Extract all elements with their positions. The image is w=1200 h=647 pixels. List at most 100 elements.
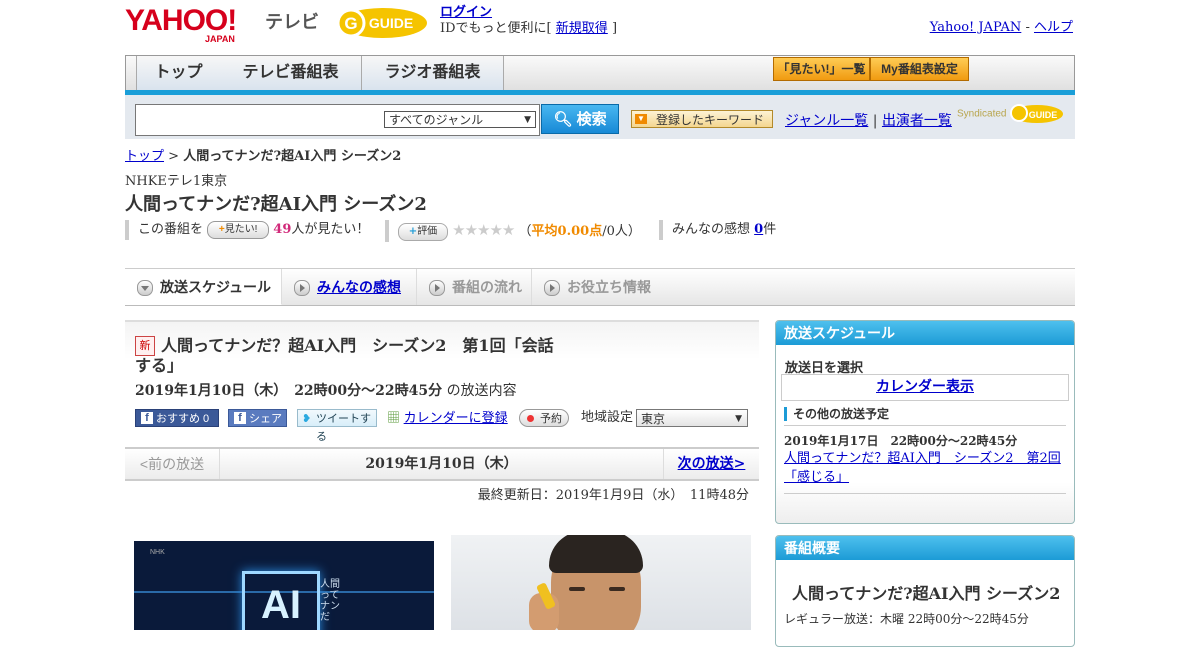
hyoka-button[interactable]: +評価 <box>398 222 448 241</box>
overview-sidebar: 番組概要 人間ってナンだ?超AI入門 シーズン2 レギュラー放送：木曜 22時0… <box>775 535 1075 647</box>
tweet-label: ツイートする <box>316 413 371 443</box>
facebook-icon: f <box>141 412 153 424</box>
mitai-count: 49 <box>273 222 292 237</box>
genre-list-link[interactable]: ジャンル一覧 <box>785 113 868 129</box>
search-links: ジャンル一覧 | 出演者一覧 <box>785 110 952 130</box>
other-broadcasts-label: その他の放送予定 <box>784 407 889 421</box>
divider <box>784 493 1066 494</box>
login-note-end: ] <box>611 21 618 36</box>
fb-recommend-label: おすすめ 0 <box>156 413 210 425</box>
facebook-icon: f <box>234 412 246 424</box>
calendar-box: カレンダー表示 <box>781 374 1069 401</box>
fb-share-button[interactable]: f シェア <box>228 409 287 427</box>
tab-kanso-label: みんなの感想 <box>317 279 401 295</box>
yahoo-japan-link[interactable]: Yahoo! JAPAN <box>930 20 1022 35</box>
star-rating-icon: ★★★★★ <box>452 221 515 239</box>
top-links-separator: - <box>1021 20 1034 35</box>
search-button-label: 検索 <box>576 111 607 128</box>
divider <box>784 425 1066 426</box>
calendar-register[interactable]: ▦ カレンダーに登録 <box>387 409 511 427</box>
yahoo-logo[interactable]: YAHOO! JAPAN <box>125 6 260 45</box>
fb-recommend-button[interactable]: f おすすめ 0 <box>135 409 219 427</box>
tab-flow-label: 番組の流れ <box>452 279 522 295</box>
tab-info-label: お役立ち情報 <box>567 279 651 295</box>
svg-text:GUIDE: GUIDE <box>369 15 413 31</box>
ai-logo: AI <box>242 571 320 630</box>
tab-schedule-label: 放送スケジュール <box>160 279 272 295</box>
search-icon: 🔍︎ <box>553 111 573 128</box>
hyoka-section: +評価 ★★★★★ （平均0.00点/0人） <box>385 220 641 242</box>
mitai-button-label: 見たい! <box>224 223 258 235</box>
area-select[interactable]: 東京 ▼ <box>636 409 748 427</box>
twitter-bird-icon: ❥ <box>302 413 312 425</box>
overview-sidebar-title: 番組概要 <box>776 536 1074 560</box>
broadcast-pager: <前の放送 2019年1月10日（木） 次の放送> <box>125 447 759 481</box>
arrow-down-icon: ▼ <box>635 114 647 124</box>
content-tabs: 放送スケジュール みんなの感想 番組の流れ お役立ち情報 <box>125 268 1075 306</box>
hyoka-button-label: 評価 <box>417 225 438 237</box>
other-broadcast-link[interactable]: 人間ってナンだ？超AI入門 シーズン2 第2回「感じる」 <box>784 449 1066 487</box>
mitai-button[interactable]: +見たい! <box>207 220 270 239</box>
chevron-down-icon <box>137 280 153 296</box>
tab-flow: 番組の流れ <box>417 269 532 305</box>
person-eye <box>569 587 585 591</box>
breadcrumb-current: 人間ってナンだ?超AI入門 シーズン2 <box>183 149 402 164</box>
login-link[interactable]: ログイン <box>440 5 492 20</box>
kanso-count-link[interactable]: 0 <box>754 222 763 237</box>
kanso-label: みんなの感想 <box>672 222 751 237</box>
avg-post: /0人） <box>602 224 641 239</box>
person-hair <box>549 535 643 573</box>
record-dot-icon <box>527 415 534 422</box>
avg-score: 平均0.00点 <box>531 224 603 239</box>
breadcrumb-top-link[interactable]: トップ <box>125 149 164 164</box>
tab-schedule[interactable]: 放送スケジュール <box>125 269 282 305</box>
my-bangumi-button[interactable]: My番組表設定 <box>870 57 969 81</box>
keyword-button-label: 登録したキーワード <box>656 113 765 127</box>
breadcrumb: トップ > 人間ってナンだ?超AI入門 シーズン2 <box>125 145 401 164</box>
help-link[interactable]: ヘルプ <box>1034 20 1073 35</box>
overview-program-title: 人間ってナンだ?超AI入門 シーズン2 <box>792 584 1061 603</box>
mitai-list-button[interactable]: 「見たい!」一覧 <box>773 57 870 81</box>
signup-link[interactable]: 新規取得 <box>556 21 608 36</box>
login-area: ログイン IDでもっと便利に[ 新規取得 ] <box>440 5 617 37</box>
program-image-person <box>451 535 751 630</box>
episode-date: 2019年1月10日（木） 22時00分～22時45分 <box>135 383 443 399</box>
kanso-post: 件 <box>763 222 777 237</box>
last-updated: 最終更新日：2019年1月9日（水） 11時48分 <box>477 488 749 503</box>
reserve-button[interactable]: 予約 <box>519 409 569 427</box>
genre-select[interactable]: すべてのジャンル ▼ <box>384 111 536 128</box>
station-name: NHKEテレ1東京 <box>125 174 228 189</box>
chevron-right-icon <box>429 280 445 296</box>
nav-tab-tv[interactable]: テレビ番組表 <box>220 56 362 90</box>
login-note: IDでもっと便利に[ <box>440 21 552 36</box>
syndicated-label: Syndicated <box>957 108 1007 120</box>
episode-title: 人間ってナンだ？超AI入門 シーズン2 第1回「会話する」 <box>135 336 554 375</box>
tweet-button[interactable]: ❥ ツイートする <box>297 409 377 443</box>
tab-info: お役立ち情報 <box>532 269 662 305</box>
mitai-section: この番組を +見たい! 49人が見たい！ <box>125 220 369 240</box>
dropdown-arrow-icon: ▼ <box>524 115 531 125</box>
avg-pre: （ <box>518 224 532 239</box>
calendar-view-link[interactable]: カレンダー表示 <box>876 379 974 395</box>
nav-tab-radio[interactable]: ラジオ番組表 <box>362 56 504 90</box>
program-image-ai: NHK AI 人間ってナンだ <box>134 541 434 630</box>
tab-kanso[interactable]: みんなの感想 <box>282 269 417 305</box>
top-links: Yahoo! JAPAN - ヘルプ <box>930 16 1073 35</box>
other-broadcast-date: 2019年1月17日 22時00分～22時45分 <box>784 434 1018 448</box>
performer-list-link[interactable]: 出演者一覧 <box>882 113 952 129</box>
regular-broadcast: レギュラー放送：木曜 22時00分～22時45分 <box>784 612 1029 626</box>
syndicated-gguide-logo: Syndicated GUIDE <box>957 103 1065 125</box>
keyword-button[interactable]: ▼ 登録したキーワード <box>631 110 773 128</box>
service-name: テレビ <box>265 12 319 32</box>
logo-sub: JAPAN <box>205 34 235 44</box>
gguide-logo[interactable]: G GUIDE <box>335 5 431 41</box>
social-row: f おすすめ 0 f シェア ❥ ツイートする ▦ カレンダーに登録 予約 地域… <box>135 409 755 443</box>
nav-tab-top[interactable]: トップ <box>136 56 221 90</box>
chevron-right-icon <box>544 280 560 296</box>
fb-share-label: シェア <box>249 413 282 425</box>
calendar-icon: ▦ <box>387 410 401 425</box>
chevron-right-icon <box>294 280 310 296</box>
search-button[interactable]: 🔍︎ 検索 <box>541 104 619 134</box>
next-broadcast-link[interactable]: 次の放送> <box>663 449 759 479</box>
calendar-register-link[interactable]: カレンダーに登録 <box>404 410 508 425</box>
